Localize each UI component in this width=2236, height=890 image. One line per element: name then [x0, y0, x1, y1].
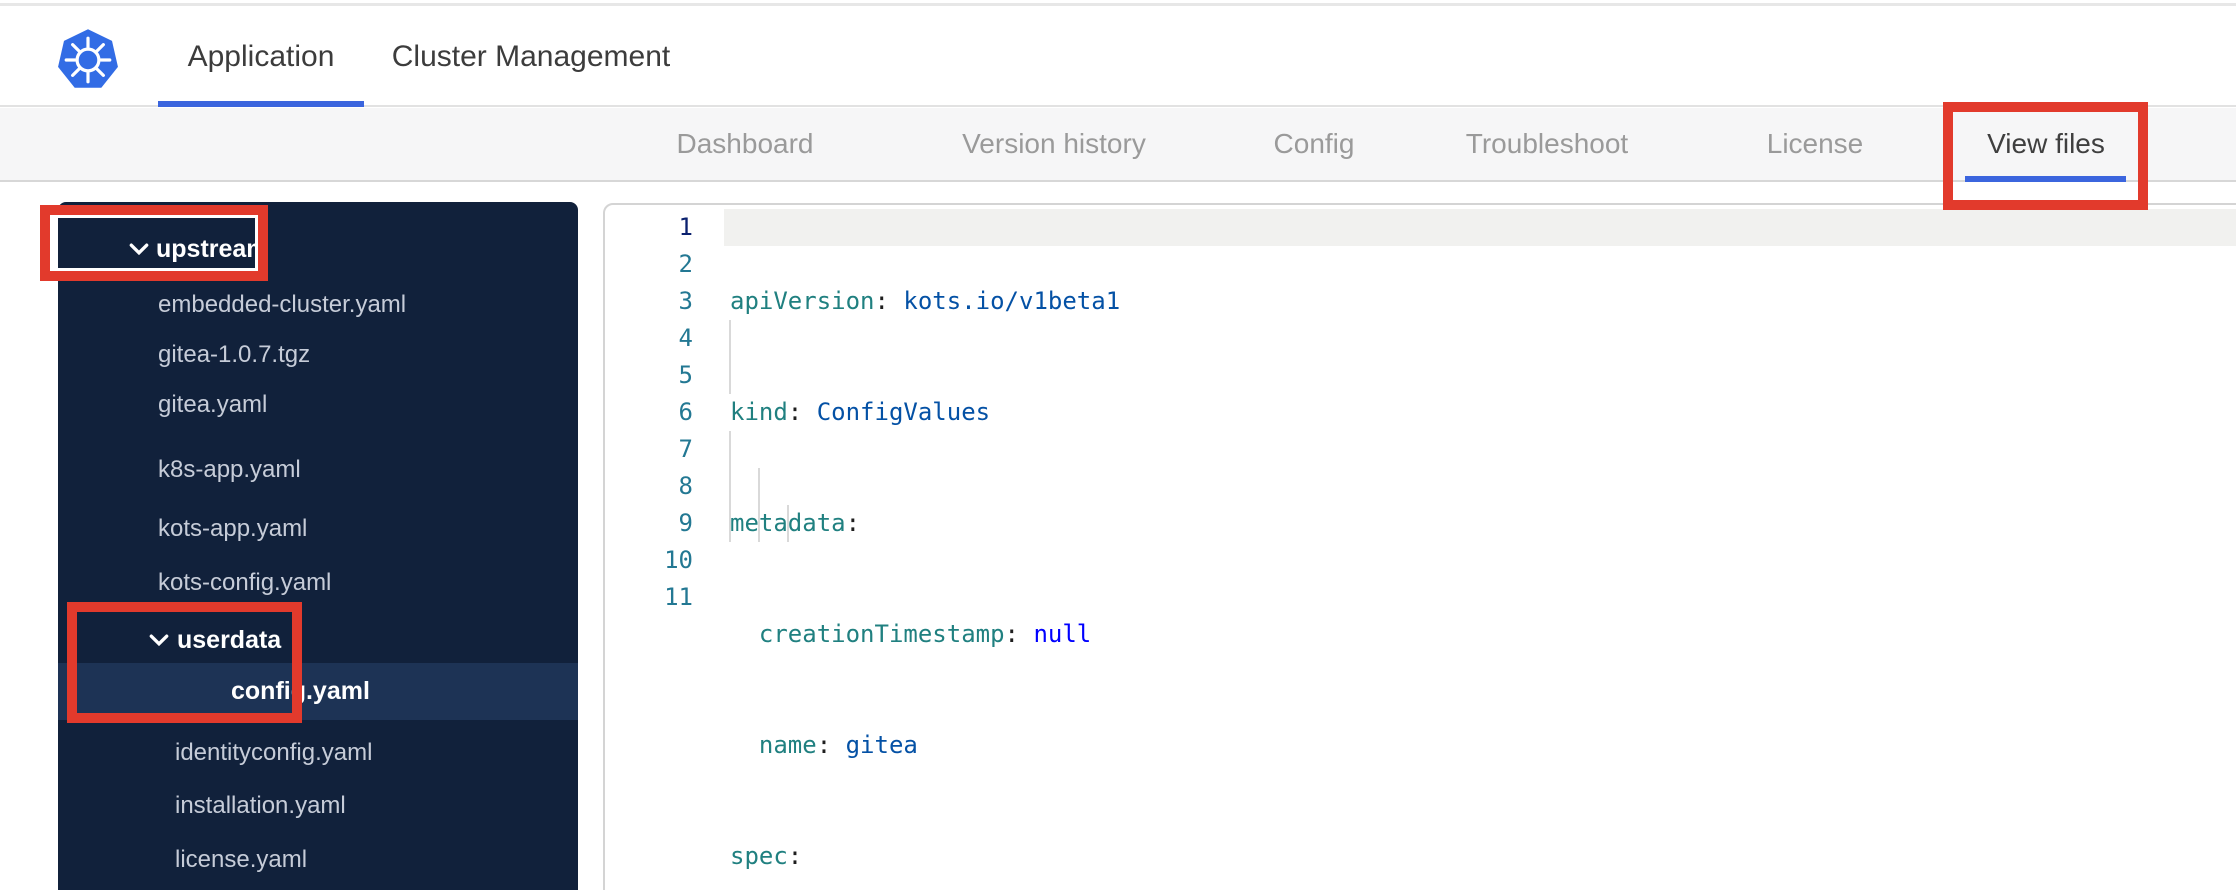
active-tab-underline [158, 101, 364, 107]
tree-file-kots-app[interactable]: kots-app.yaml [58, 504, 578, 554]
line-number: 7 [678, 435, 693, 463]
tree-file-license[interactable]: license.yaml [58, 835, 578, 885]
active-subnav-underline [1965, 176, 2126, 182]
code-line: apiVersion: kots.io/v1beta1 [730, 287, 1121, 315]
tree-folder-label: userdata [177, 625, 282, 654]
line-number: 1 [678, 213, 693, 241]
tree-file-label: kots-app.yaml [158, 515, 308, 542]
code-line: spec: [730, 842, 803, 870]
kubernetes-logo-icon [58, 29, 118, 88]
top-bar: Application Cluster Management [0, 6, 2236, 107]
code-line: metadata: [730, 509, 861, 537]
line-number: 3 [678, 287, 693, 315]
line-number: 9 [678, 509, 693, 537]
app-subnav: Dashboard Version history Config Trouble… [0, 108, 2236, 182]
tree-file-label: installation.yaml [175, 792, 346, 819]
file-tree-sidebar: upstream embedded-cluster.yaml gitea-1.0… [58, 202, 578, 890]
chevron-down-icon [129, 243, 149, 256]
subnav-item-config[interactable]: Config [1274, 108, 1355, 180]
yaml-code[interactable]: apiVersion: kots.io/v1beta1 kind: Config… [730, 209, 1120, 890]
line-number: 11 [664, 583, 693, 611]
line-number: 6 [678, 398, 693, 426]
subnav-item-version-history[interactable]: Version history [962, 108, 1146, 180]
line-number: 4 [678, 324, 693, 352]
tree-file-label: gitea.yaml [158, 391, 268, 418]
subnav-item-license[interactable]: License [1767, 108, 1864, 180]
tree-file-kots-config[interactable]: kots-config.yaml [58, 558, 578, 608]
chevron-down-icon [149, 634, 169, 647]
tree-file-label: config.yaml [231, 677, 370, 705]
tree-file-embedded-cluster[interactable]: embedded-cluster.yaml [58, 280, 578, 330]
tree-folder-label: upstream [156, 234, 269, 263]
tab-application[interactable]: Application [158, 6, 364, 107]
line-number-gutter: 1 2 3 4 5 6 7 8 9 10 11 [605, 209, 693, 616]
line-number: 5 [678, 361, 693, 389]
tree-file-label: gitea-1.0.7.tgz [158, 341, 311, 368]
tree-file-installation[interactable]: installation.yaml [58, 781, 578, 831]
subnav-item-troubleshoot[interactable]: Troubleshoot [1466, 108, 1628, 180]
tree-file-gitea-yaml[interactable]: gitea.yaml [58, 380, 578, 430]
subnav-item-view-files[interactable]: View files [1987, 108, 2105, 180]
tree-file-label: kots-config.yaml [158, 569, 332, 596]
tab-cluster-management[interactable]: Cluster Management [381, 6, 681, 107]
tree-file-gitea-tgz[interactable]: gitea-1.0.7.tgz [58, 330, 578, 380]
tree-file-k8s-app[interactable]: k8s-app.yaml [58, 445, 578, 495]
tree-folder-userdata[interactable]: userdata [58, 615, 578, 665]
tree-file-identityconfig[interactable]: identityconfig.yaml [58, 728, 578, 778]
tree-file-label: embedded-cluster.yaml [158, 291, 407, 318]
subnav-item-dashboard[interactable]: Dashboard [677, 108, 814, 180]
code-line: name: gitea [730, 731, 918, 759]
line-number: 8 [678, 472, 693, 500]
code-line: kind: ConfigValues [730, 398, 991, 426]
tree-folder-upstream[interactable]: upstream [58, 224, 578, 274]
tree-file-config-selected[interactable]: config.yaml [58, 663, 578, 720]
tree-file-label: license.yaml [175, 846, 308, 873]
line-number: 2 [678, 250, 693, 278]
line-number: 10 [664, 546, 693, 574]
tree-file-label: identityconfig.yaml [175, 739, 373, 766]
code-line: creationTimestamp: null [730, 620, 1092, 648]
file-content-editor[interactable]: 1 2 3 4 5 6 7 8 9 10 11 apiVersion: kots… [603, 203, 2236, 890]
tree-file-label: k8s-app.yaml [158, 456, 301, 483]
